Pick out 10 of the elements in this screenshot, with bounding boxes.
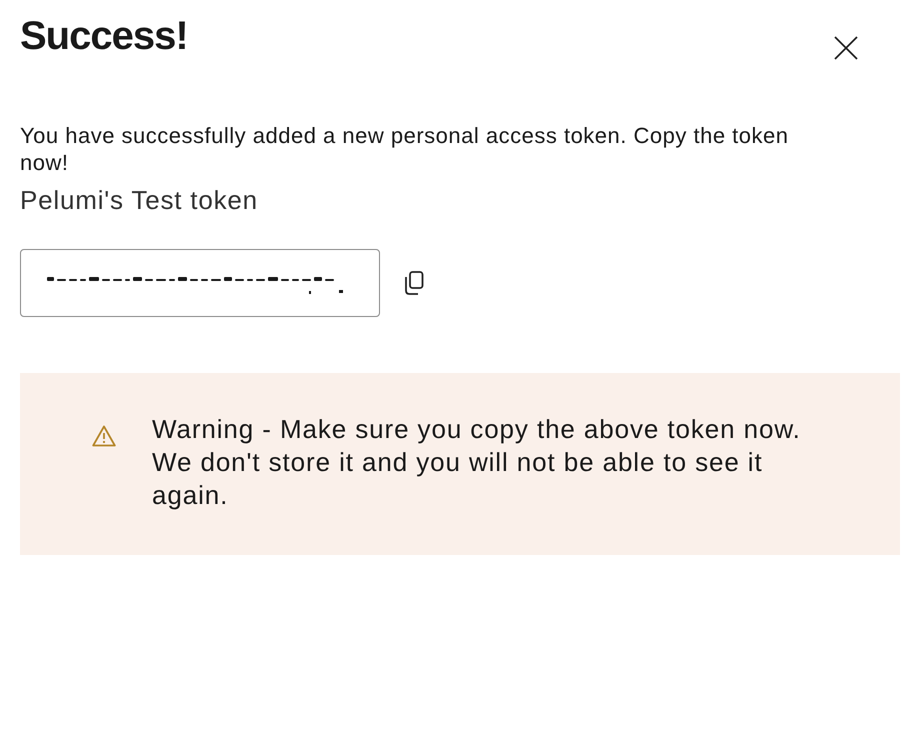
warning-text: Warning - Make sure you copy the above token now. We don't store it and you will not be able to see it again. xyxy=(152,413,802,512)
success-message: You have successfully added a new personal access token. Copy the token now! xyxy=(20,122,790,176)
token-field[interactable] xyxy=(20,249,380,317)
close-icon xyxy=(834,36,858,60)
copy-button[interactable] xyxy=(404,271,424,295)
close-button[interactable] xyxy=(834,36,858,60)
warning-icon xyxy=(92,425,116,447)
token-name: Pelumi's Test token xyxy=(20,184,258,216)
dialog-title: Success! xyxy=(20,13,188,59)
copy-icon xyxy=(404,271,424,295)
